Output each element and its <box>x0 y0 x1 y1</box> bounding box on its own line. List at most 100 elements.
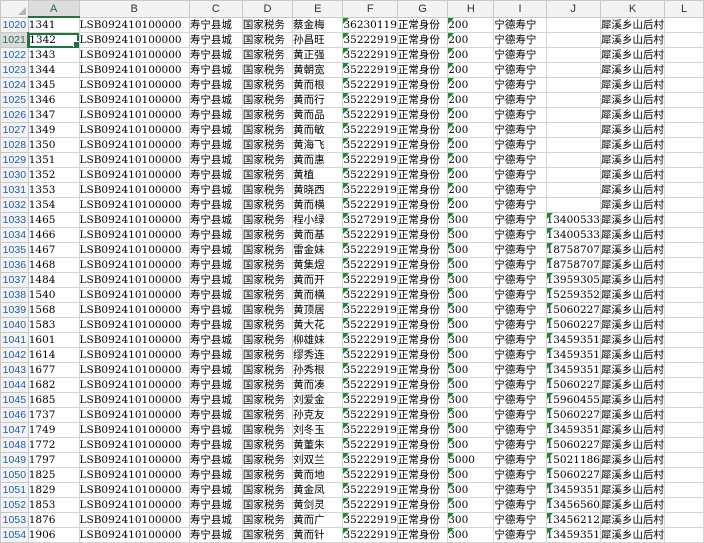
cell-b1023[interactable]: LSB092410100000 <box>78 62 190 78</box>
cell-b1049[interactable]: LSB092410100000 <box>78 452 190 468</box>
cell-i1048[interactable]: 宁德寿宁 <box>493 437 547 453</box>
cell-k1053[interactable]: 犀溪乡山后村 <box>600 512 665 528</box>
cell-j1026[interactable] <box>545 107 602 123</box>
cell-d1024[interactable]: 国家税务 <box>241 77 294 93</box>
cell-e1043[interactable]: 孙秀根 <box>292 362 344 378</box>
row-header-1037[interactable]: 1037 <box>0 272 29 288</box>
cell-k1047[interactable]: 犀溪乡山后村 <box>600 422 665 438</box>
cell-h1046[interactable]: 300 <box>447 407 495 423</box>
cell-d1038[interactable]: 国家税务 <box>241 287 294 303</box>
cell-l1035[interactable] <box>664 242 704 258</box>
cell-g1034[interactable]: 正常身份 <box>396 227 449 243</box>
cell-i1022[interactable]: 宁德寿宁 <box>493 47 547 63</box>
cell-f1024[interactable]: 35222919 <box>342 77 398 93</box>
cell-h1035[interactable]: 300 <box>447 242 495 258</box>
cell-a1025[interactable]: 1346 <box>27 92 80 108</box>
cell-c1054[interactable]: 寿宁县城 <box>188 527 243 543</box>
row-header-1032[interactable]: 1032 <box>0 197 29 213</box>
cell-h1020[interactable]: 200 <box>447 16 495 33</box>
cell-a1045[interactable]: 1685 <box>27 392 80 408</box>
cell-h1029[interactable]: 200 <box>447 152 495 168</box>
cell-l1022[interactable] <box>664 47 704 63</box>
cell-e1047[interactable]: 刘冬玉 <box>292 422 344 438</box>
cell-e1031[interactable]: 黄晓西 <box>292 182 344 198</box>
cell-d1042[interactable]: 国家税务 <box>241 347 294 363</box>
cell-b1024[interactable]: LSB092410100000 <box>78 77 190 93</box>
cell-i1040[interactable]: 宁德寿宁 <box>493 317 547 333</box>
cell-h1034[interactable]: 300 <box>447 227 495 243</box>
cell-l1029[interactable] <box>664 152 704 168</box>
cell-b1028[interactable]: LSB092410100000 <box>78 137 190 153</box>
cell-c1034[interactable]: 寿宁县城 <box>188 227 243 243</box>
cell-l1023[interactable] <box>664 62 704 78</box>
cell-c1029[interactable]: 寿宁县城 <box>188 152 243 168</box>
cell-k1028[interactable]: 犀溪乡山后村 <box>600 137 665 153</box>
cell-j1038[interactable]: 15259352 <box>545 287 602 303</box>
cell-d1039[interactable]: 国家税务 <box>241 302 294 318</box>
cell-h1037[interactable]: 300 <box>447 272 495 288</box>
cell-k1029[interactable]: 犀溪乡山后村 <box>600 152 665 168</box>
row-header-1042[interactable]: 1042 <box>0 347 29 363</box>
cell-d1022[interactable]: 国家税务 <box>241 47 294 63</box>
cell-k1025[interactable]: 犀溪乡山后村 <box>600 92 665 108</box>
cell-i1042[interactable]: 宁德寿宁 <box>493 347 547 363</box>
cell-g1028[interactable]: 正常身份 <box>396 137 449 153</box>
cell-d1020[interactable]: 国家税务 <box>241 16 294 33</box>
cell-k1041[interactable]: 犀溪乡山后村 <box>600 332 665 348</box>
cell-d1036[interactable]: 国家税务 <box>241 257 294 273</box>
cell-j1025[interactable] <box>545 92 602 108</box>
cell-b1031[interactable]: LSB092410100000 <box>78 182 190 198</box>
cell-c1032[interactable]: 寿宁县城 <box>188 197 243 213</box>
cell-j1044[interactable]: 15060227 <box>545 377 602 393</box>
cell-l1024[interactable] <box>664 77 704 93</box>
cell-d1044[interactable]: 国家税务 <box>241 377 294 393</box>
cell-i1041[interactable]: 宁德寿宁 <box>493 332 547 348</box>
cell-d1053[interactable]: 国家税务 <box>241 512 294 528</box>
cell-e1051[interactable]: 黄金凤 <box>292 482 344 498</box>
cell-b1038[interactable]: LSB092410100000 <box>78 287 190 303</box>
cell-a1053[interactable]: 1876 <box>27 512 80 528</box>
cell-j1024[interactable] <box>545 77 602 93</box>
cell-e1037[interactable]: 黄而开 <box>292 272 344 288</box>
cell-a1032[interactable]: 1354 <box>27 197 80 213</box>
cell-b1021[interactable]: LSB092410100000 <box>78 32 190 48</box>
cell-d1032[interactable]: 国家税务 <box>241 197 294 213</box>
row-header-1047[interactable]: 1047 <box>0 422 29 438</box>
cell-k1040[interactable]: 犀溪乡山后村 <box>600 317 665 333</box>
row-header-1033[interactable]: 1033 <box>0 212 29 228</box>
cell-c1041[interactable]: 寿宁县城 <box>188 332 243 348</box>
cell-g1036[interactable]: 正常身份 <box>396 257 449 273</box>
cell-c1039[interactable]: 寿宁县城 <box>188 302 243 318</box>
cell-b1027[interactable]: LSB092410100000 <box>78 122 190 138</box>
cell-c1040[interactable]: 寿宁县城 <box>188 317 243 333</box>
cell-e1041[interactable]: 柳雄妹 <box>292 332 344 348</box>
cell-a1046[interactable]: 1737 <box>27 407 80 423</box>
cell-h1026[interactable]: 200 <box>447 107 495 123</box>
row-header-1036[interactable]: 1036 <box>0 257 29 273</box>
cell-b1022[interactable]: LSB092410100000 <box>78 47 190 63</box>
cell-c1026[interactable]: 寿宁县城 <box>188 107 243 123</box>
cell-g1022[interactable]: 正常身份 <box>396 47 449 63</box>
cell-l1031[interactable] <box>664 182 704 198</box>
cell-g1044[interactable]: 正常身份 <box>396 377 449 393</box>
cell-l1043[interactable] <box>664 362 704 378</box>
cell-d1050[interactable]: 国家税务 <box>241 467 294 483</box>
cell-d1033[interactable]: 国家税务 <box>241 212 294 228</box>
cell-i1039[interactable]: 宁德寿宁 <box>493 302 547 318</box>
cell-f1035[interactable]: 35222919 <box>342 242 398 258</box>
cell-i1043[interactable]: 宁德寿宁 <box>493 362 547 378</box>
cell-i1052[interactable]: 宁德寿宁 <box>493 497 547 513</box>
cell-k1034[interactable]: 犀溪乡山后村 <box>600 227 665 243</box>
cell-j1035[interactable]: 18758707 <box>545 242 602 258</box>
cell-l1040[interactable] <box>664 317 704 333</box>
cell-i1034[interactable]: 宁德寿宁 <box>493 227 547 243</box>
cell-e1053[interactable]: 黄而广 <box>292 512 344 528</box>
cell-d1026[interactable]: 国家税务 <box>241 107 294 123</box>
cell-c1033[interactable]: 寿宁县城 <box>188 212 243 228</box>
cell-i1023[interactable]: 宁德寿宁 <box>493 62 547 78</box>
cell-l1054[interactable] <box>664 527 704 543</box>
cell-d1040[interactable]: 国家税务 <box>241 317 294 333</box>
cell-l1049[interactable] <box>664 452 704 468</box>
cell-b1051[interactable]: LSB092410100000 <box>78 482 190 498</box>
row-header-1025[interactable]: 1025 <box>0 92 29 108</box>
